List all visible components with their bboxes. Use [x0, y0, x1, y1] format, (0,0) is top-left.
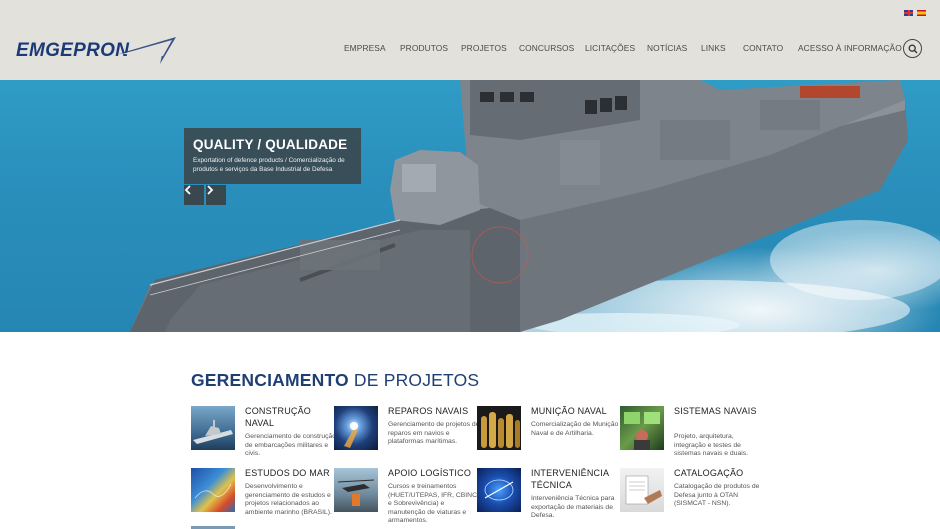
- nav-empresa[interactable]: EMPRESA: [344, 43, 386, 53]
- item-title[interactable]: CONSTRUÇÃO NAVAL: [245, 406, 337, 429]
- item-title[interactable]: SISTEMAS NAVAIS: [674, 406, 766, 418]
- item-description: Cursos e treinamentos (HUET/UTEPAS, IFR,…: [388, 483, 477, 525]
- search-button[interactable]: [903, 39, 922, 58]
- language-flags: [904, 10, 926, 16]
- slider-next-button[interactable]: [206, 185, 226, 205]
- slide-caption: QUALITY / QUALIDADE Exportation of defen…: [184, 128, 361, 184]
- warship-image: [130, 80, 940, 332]
- item-description: Comercialização de Munição Naval e de Ar…: [531, 421, 619, 437]
- spanish-flag-icon[interactable]: [917, 10, 926, 16]
- municao-naval-image[interactable]: [477, 406, 521, 450]
- search-icon: [908, 44, 917, 53]
- apoio-logistico-image[interactable]: [334, 468, 378, 512]
- section-title-strong: GERENCIAMENTO: [191, 370, 349, 390]
- slider-prev-button[interactable]: [184, 185, 204, 205]
- sistemas-navais-image[interactable]: [620, 406, 664, 450]
- item-title[interactable]: MUNIÇÃO NAVAL: [531, 406, 623, 418]
- item-title[interactable]: ESTUDOS DO MAR: [245, 468, 337, 480]
- item-title[interactable]: INTERVENIÊNCIA TÉCNICA: [531, 468, 623, 491]
- nav-produtos[interactable]: PRODUTOS: [400, 43, 448, 53]
- catalogacao-image[interactable]: [620, 468, 664, 512]
- logo-swoosh-icon: [118, 37, 176, 64]
- nav-licitacoes[interactable]: LICITAÇÕES: [585, 43, 635, 53]
- page: EMGEPRON EMPRESA PRODUTOS PROJETOS CONCU…: [0, 0, 940, 529]
- item-description: Interveniência Técnica para exportação d…: [531, 495, 615, 520]
- nav-acesso-informacao[interactable]: ACESSO À INFORMAÇÃO: [798, 43, 902, 53]
- nav-concursos[interactable]: CONCURSOS: [519, 43, 574, 53]
- nav-noticias[interactable]: NOTÍCIAS: [647, 43, 687, 53]
- item-description: Catalogação de produtos de Defesa junto …: [674, 483, 760, 508]
- nav-projetos[interactable]: PROJETOS: [461, 43, 507, 53]
- section-title: GERENCIAMENTO DE PROJETOS: [191, 370, 479, 391]
- reparos-navais-image[interactable]: [334, 406, 378, 450]
- item-title[interactable]: REPAROS NAVAIS: [388, 406, 480, 418]
- item-title[interactable]: APOIO LOGÍSTICO: [388, 468, 480, 480]
- slide-title: QUALITY / QUALIDADE: [193, 137, 348, 152]
- item-description: Gerenciamento de projetos de reparos em …: [388, 421, 480, 446]
- chevron-right-icon: [207, 185, 214, 195]
- slide-text: Exportation of defence products / Comerc…: [193, 157, 345, 173]
- english-flag-icon[interactable]: [904, 10, 913, 16]
- section-title-light: DE PROJETOS: [353, 370, 480, 390]
- hero-slider: QUALITY / QUALIDADE Exportation of defen…: [0, 80, 940, 332]
- item-description: Desenvolvimento e gerenciamento de estud…: [245, 483, 332, 516]
- interveniencia-tecnica-image[interactable]: [477, 468, 521, 512]
- construcao-naval-image[interactable]: [191, 406, 235, 450]
- chevron-left-icon: [184, 185, 191, 195]
- item-title[interactable]: CATALOGAÇÃO: [674, 468, 766, 480]
- item-description: Projeto, arquitetura, integração e teste…: [674, 433, 749, 458]
- nav-contato[interactable]: CONTATO: [743, 43, 783, 53]
- estudos-do-mar-image[interactable]: [191, 468, 235, 512]
- site-header: EMGEPRON EMPRESA PRODUTOS PROJETOS CONCU…: [0, 0, 940, 80]
- item-description: Gerenciamento de construção de embarcaçõ…: [245, 433, 337, 458]
- nav-links[interactable]: LINKS: [701, 43, 726, 53]
- logo-text: EMGEPRON: [16, 40, 130, 61]
